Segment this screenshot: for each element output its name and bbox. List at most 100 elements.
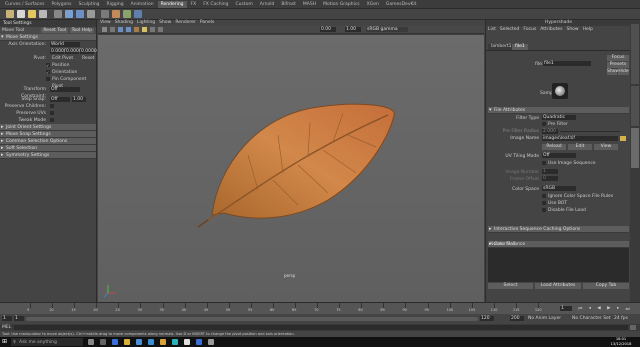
shelf-tab-curves-surfaces[interactable]: Curves / Surfaces bbox=[2, 1, 48, 8]
pre-filter-radius-field[interactable]: 2.000 bbox=[542, 129, 558, 134]
interactive-sequence-caching-header[interactable]: Interactive Sequence Caching Options bbox=[488, 226, 629, 233]
tool-help-button[interactable]: Tool Help bbox=[69, 28, 94, 33]
texture-icon[interactable] bbox=[123, 10, 131, 18]
material-icon[interactable] bbox=[112, 10, 120, 18]
shelf-tab-fx-caching[interactable]: FX Caching bbox=[200, 1, 231, 8]
point-light-icon[interactable] bbox=[17, 10, 25, 18]
shelf-tab-arnold[interactable]: Arnold bbox=[257, 1, 278, 8]
select-button[interactable]: Select bbox=[488, 283, 533, 289]
use-bot-checkbox[interactable] bbox=[542, 201, 546, 205]
tweak-mode-checkbox[interactable] bbox=[50, 118, 54, 122]
load-attributes-button[interactable]: Load Attributes bbox=[535, 283, 581, 289]
menu-help[interactable]: Help bbox=[583, 27, 593, 33]
menu-selected[interactable]: Selected bbox=[500, 27, 520, 33]
axis-orientation-dropdown[interactable]: World bbox=[50, 42, 80, 47]
filter-type-dropdown[interactable]: Quadratic bbox=[542, 115, 576, 120]
reset-tool-button[interactable]: Reset Tool bbox=[41, 28, 69, 33]
sphere-light-icon[interactable] bbox=[6, 10, 14, 18]
focus-button[interactable]: Focus bbox=[607, 55, 629, 61]
app-icon[interactable] bbox=[208, 339, 214, 345]
playback-end-field[interactable]: 120 bbox=[480, 316, 494, 321]
mudbox-icon[interactable] bbox=[196, 339, 202, 345]
assign-material-icon[interactable] bbox=[134, 10, 142, 18]
spot-light-icon[interactable] bbox=[28, 10, 36, 18]
transform-constraint-dropdown[interactable]: Off bbox=[50, 87, 80, 92]
coord-z-field[interactable]: 0.0000 bbox=[80, 49, 97, 54]
pre-filter-radius-slider[interactable] bbox=[560, 131, 620, 132]
go-to-end-icon[interactable]: ⏭ bbox=[626, 306, 630, 312]
microphone-icon[interactable] bbox=[88, 339, 94, 345]
soft-selection-header[interactable]: Soft Selection bbox=[0, 145, 96, 152]
image-number-field[interactable]: 1 bbox=[542, 169, 558, 174]
file-attributes-header[interactable]: File Attributes bbox=[488, 107, 629, 114]
playback-start-field[interactable]: 1 bbox=[14, 316, 24, 321]
orientation-checkbox[interactable] bbox=[46, 69, 50, 76]
shelf-tab-custom[interactable]: Custom bbox=[233, 1, 256, 8]
fps-dropdown[interactable]: 24 fps bbox=[614, 316, 628, 321]
preserve-uvs-checkbox[interactable] bbox=[50, 111, 54, 115]
command-input[interactable] bbox=[14, 325, 628, 330]
render-icon[interactable] bbox=[65, 10, 73, 18]
play-backward-icon[interactable]: ◀ bbox=[597, 306, 600, 312]
step-forward-icon[interactable]: ▸ bbox=[617, 306, 619, 312]
shelf-tab-xgen[interactable]: XGen bbox=[364, 1, 382, 8]
anim-layer-dropdown[interactable]: No Anim Layer bbox=[528, 316, 568, 321]
clock[interactable]: 18:01 13/12/2018 bbox=[606, 337, 636, 346]
file-explorer-icon[interactable] bbox=[124, 339, 130, 345]
color-space-dropdown[interactable]: sRGB bbox=[542, 186, 576, 191]
textured-icon[interactable] bbox=[134, 27, 139, 32]
pre-filter-checkbox[interactable] bbox=[542, 122, 546, 126]
ignore-color-space-rules-checkbox[interactable] bbox=[542, 194, 546, 198]
start-time-field[interactable]: 1 bbox=[2, 316, 12, 321]
shelf-tab-bifrost[interactable]: Bifrost bbox=[278, 1, 299, 8]
notes-textarea[interactable] bbox=[488, 248, 629, 282]
gamma-field[interactable]: 1.00 bbox=[345, 27, 361, 32]
channel-box-tab[interactable] bbox=[631, 24, 639, 84]
range-slider[interactable] bbox=[26, 317, 478, 321]
use-lights-icon[interactable] bbox=[142, 27, 147, 32]
shelf-tab-mash[interactable]: MASH bbox=[300, 1, 319, 8]
task-view-icon[interactable] bbox=[100, 339, 106, 345]
step-back-icon[interactable]: ◂ bbox=[589, 306, 591, 312]
render-settings-icon[interactable] bbox=[87, 10, 95, 18]
presets-button[interactable]: Presets bbox=[607, 62, 629, 68]
chrome-icon[interactable] bbox=[184, 339, 190, 345]
node-name-field[interactable]: file1 bbox=[543, 61, 591, 66]
preserve-children-checkbox[interactable] bbox=[50, 104, 54, 108]
use-image-sequence-checkbox[interactable] bbox=[542, 161, 546, 165]
pin-component-pivot-checkbox[interactable] bbox=[46, 77, 50, 81]
edit-button[interactable]: Edit bbox=[568, 144, 592, 150]
move-snap-settings-header[interactable]: Move Snap Settings bbox=[0, 131, 96, 138]
go-to-start-icon[interactable]: ⏮ bbox=[578, 306, 582, 312]
shelf-tab-gamesdevkit[interactable]: GamesDevKit bbox=[383, 1, 420, 8]
disable-file-load-checkbox[interactable] bbox=[542, 208, 546, 212]
image-name-field[interactable]: images\leaf.tif bbox=[542, 136, 618, 141]
step-snap-dropdown[interactable]: Off bbox=[50, 97, 70, 102]
time-slider[interactable]: 5 10 15 20 25 30 35 40 45 50 55 60 65 70 75 80 85 90 95 100… bbox=[0, 302, 640, 314]
joint-orient-settings-header[interactable]: Joint Orient Settings bbox=[0, 124, 96, 131]
frame-offset-field[interactable]: 0 bbox=[542, 176, 558, 181]
exposure-field[interactable]: 0.00 bbox=[320, 27, 336, 32]
attribute-editor-tab[interactable] bbox=[631, 128, 639, 168]
move-settings-header[interactable]: Move Settings bbox=[0, 34, 96, 41]
smooth-shade-icon[interactable] bbox=[126, 27, 131, 32]
camera-attributes-icon[interactable] bbox=[110, 27, 115, 32]
area-light-icon[interactable] bbox=[39, 10, 47, 18]
script-language-label[interactable]: MEL bbox=[2, 325, 11, 330]
edge-icon[interactable] bbox=[112, 339, 118, 345]
symmetry-settings-header[interactable]: Symmetry Settings bbox=[0, 152, 96, 159]
menu-list[interactable]: List bbox=[488, 27, 496, 33]
step-snap-field[interactable]: 1.00 bbox=[72, 97, 86, 102]
end-time-field[interactable]: 200 bbox=[510, 316, 524, 321]
play-forward-icon[interactable]: ▶ bbox=[607, 306, 610, 312]
folder-icon[interactable] bbox=[620, 136, 626, 141]
viewport-canvas[interactable] bbox=[98, 35, 484, 302]
menu-show[interactable]: Show bbox=[566, 27, 578, 33]
shadows-icon[interactable] bbox=[150, 27, 155, 32]
copy-tab-button[interactable]: Copy Tab bbox=[583, 283, 629, 289]
coord-y-field[interactable]: 0.0000 bbox=[65, 49, 82, 54]
shelf-tab-polygons[interactable]: Polygons bbox=[49, 1, 75, 8]
script-editor-icon[interactable] bbox=[630, 325, 636, 330]
xray-icon[interactable] bbox=[158, 27, 163, 32]
reload-button[interactable]: Reload bbox=[542, 144, 566, 150]
